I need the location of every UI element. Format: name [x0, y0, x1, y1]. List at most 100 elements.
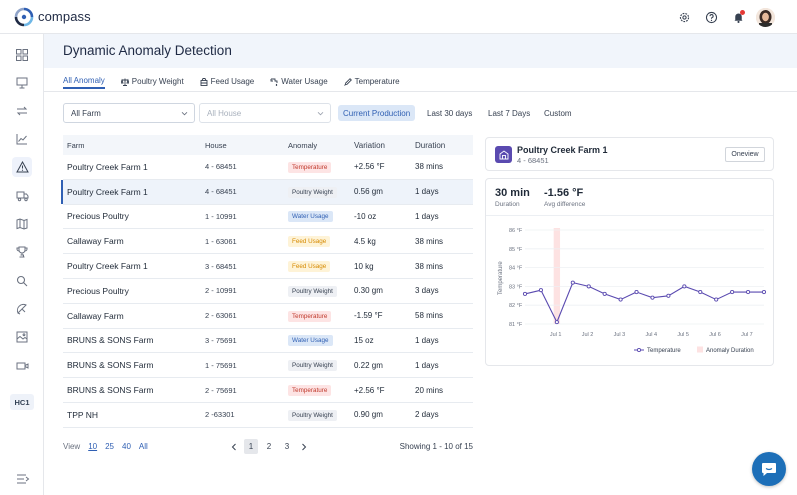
temperature-chart: 86 °F 85 °F 84 °F 83 °F 82 °F 81 °F Temperatur…	[498, 228, 767, 354]
anomaly-cell: Poultry Weight	[288, 359, 354, 372]
anomaly-badge: Poultry Weight	[288, 285, 337, 297]
variation-cell: 0.30 gm	[354, 286, 383, 296]
period-custom[interactable]: Custom	[539, 105, 577, 121]
table-row[interactable]: Precious Poultry 1 - 10991 Water Usage -10 …	[63, 205, 473, 230]
farm-cell: Precious Poultry	[67, 285, 129, 296]
map-icon[interactable]	[12, 214, 32, 234]
table-row[interactable]: Precious Poultry 2 - 10991 Poultry Weight 0…	[63, 279, 473, 304]
trophy-icon[interactable]	[12, 242, 32, 262]
data-point	[730, 289, 735, 295]
presentation-icon[interactable]	[12, 73, 32, 93]
page-size-40[interactable]: 40	[122, 442, 131, 451]
view-label: View	[63, 442, 81, 451]
anomaly-cell: Temperature	[288, 384, 354, 397]
y-tick-label: 84 °F	[509, 266, 523, 272]
app-logo[interactable]: compass	[14, 7, 91, 27]
period-current-production[interactable]: Current Production	[338, 105, 416, 121]
satellite-icon[interactable]	[12, 299, 32, 319]
bell-icon[interactable]	[729, 9, 747, 27]
page-size-25[interactable]: 25	[105, 442, 114, 451]
page-3-button[interactable]: 3	[280, 439, 294, 454]
anomaly-badge: Feed Usage	[288, 261, 331, 273]
column-header-anomaly[interactable]: Anomaly	[288, 141, 354, 150]
search-icon[interactable]	[12, 271, 32, 291]
variation-cell: -10 oz	[354, 211, 377, 221]
column-header-farm[interactable]: Farm	[63, 141, 205, 150]
expand-menu-button[interactable]	[16, 474, 30, 486]
farm-house: 4 - 68451	[517, 156, 549, 165]
thermometer-icon	[343, 77, 352, 86]
house-cell: 1 - 63061	[205, 236, 237, 246]
duration-label: Duration	[495, 201, 520, 208]
farm-cell: Poultry Creek Farm 1	[67, 161, 148, 172]
house-select[interactable]: All House	[199, 103, 331, 123]
house-cell: 2 - 63061	[205, 311, 237, 321]
table-row[interactable]: BRUNS & SONS Farm 2 - 75691 Temperature +2.…	[63, 378, 473, 403]
next-page-button[interactable]	[298, 439, 310, 454]
help-icon[interactable]	[702, 9, 720, 27]
table-row[interactable]: Poultry Creek Farm 1 4 - 68451 Temperature…	[63, 155, 473, 180]
x-tick-label: Jul 4	[645, 332, 657, 338]
video-icon[interactable]	[12, 356, 32, 376]
data-point	[650, 295, 655, 300]
variation-cell: 15 oz	[354, 335, 374, 345]
farm-select[interactable]: All Farm	[63, 103, 195, 123]
tab-feed-usage[interactable]: Feed Usage	[200, 74, 254, 89]
tab-poultry-weight[interactable]: Poultry Weight	[120, 74, 184, 89]
variation-cell: 0.56 gm	[354, 187, 383, 197]
data-point	[554, 320, 559, 325]
y-tick-label: 86 °F	[509, 228, 523, 234]
anomaly-cell: Poultry Weight	[288, 186, 354, 198]
anomaly-badge: Water Usage	[288, 211, 333, 223]
period-last-30-days[interactable]: Last 30 days	[422, 105, 477, 121]
page-2-button[interactable]: 2	[262, 439, 276, 454]
gear-icon[interactable]	[675, 9, 693, 27]
hc1-badge[interactable]: HC1	[10, 394, 34, 410]
column-header-variation[interactable]: Variation	[354, 141, 415, 150]
tab-all-anomaly[interactable]: All Anomaly	[63, 74, 105, 89]
table-row[interactable]: Callaway Farm 1 - 63061 Feed Usage 4.5 kg 38…	[63, 229, 473, 255]
oneview-button[interactable]: Oneview	[725, 147, 765, 162]
data-point	[698, 289, 703, 295]
anomaly-cell: Water Usage	[288, 210, 354, 223]
table-row[interactable]: Callaway Farm 2 - 63061 Temperature -1.59 °…	[63, 304, 473, 329]
period-last-7-days[interactable]: Last 7 Days	[483, 105, 535, 121]
page-size-all[interactable]: All	[139, 442, 148, 451]
anomaly-tabs: All Anomaly Poultry Weight Feed Usage Wa…	[63, 74, 416, 92]
user-avatar[interactable]	[756, 8, 775, 27]
column-header-house[interactable]: House	[205, 141, 288, 150]
tab-water-usage[interactable]: Water Usage	[270, 74, 328, 89]
temperature-line	[524, 281, 764, 324]
tab-label: Poultry Weight	[131, 77, 184, 86]
table-row[interactable]: TPP NH 2 -63301 Poultry Weight 0.90 gm 2 day…	[63, 403, 473, 428]
image-icon[interactable]	[12, 327, 32, 347]
farm-select-value: All Farm	[71, 108, 101, 118]
table-row[interactable]: BRUNS & SONS Farm 1 - 75691 Poultry Weight…	[63, 353, 473, 379]
anomaly-badge: Temperature	[288, 161, 332, 173]
chevron-down-icon	[181, 111, 188, 116]
line-chart-icon[interactable]	[12, 129, 32, 149]
truck-icon[interactable]	[12, 186, 32, 206]
transfer-icon[interactable]	[12, 101, 32, 121]
page-size-10[interactable]: 10	[88, 442, 97, 451]
data-point	[570, 280, 575, 285]
anomaly-chart-card: 30 min Duration -1.56 °F Avg difference …	[485, 178, 774, 366]
column-header-duration[interactable]: Duration	[415, 141, 473, 150]
table-row[interactable]: BRUNS & SONS Farm 3 - 75691 Water Usage 15 …	[63, 329, 473, 354]
data-point	[634, 289, 639, 295]
anomaly-cell: Water Usage	[288, 334, 354, 347]
stats-divider	[486, 215, 773, 216]
prev-page-button[interactable]	[228, 439, 240, 454]
grid-icon[interactable]	[12, 45, 32, 65]
house-cell: 1 - 10991	[205, 211, 237, 221]
warning-icon[interactable]	[12, 157, 32, 177]
chat-button[interactable]	[752, 452, 786, 486]
data-point	[714, 297, 719, 302]
table-row[interactable]: Poultry Creek Farm 1 3 - 68451 Feed Usage 1…	[63, 254, 473, 279]
anomaly-badge: Poultry Weight	[288, 360, 337, 372]
page-1-button[interactable]: 1	[244, 439, 258, 454]
legend-anomaly-label: Anomaly Duration	[706, 348, 754, 354]
anomaly-cell: Poultry Weight	[288, 409, 354, 421]
table-row[interactable]: Poultry Creek Farm 1 4 - 68451 Poultry Wei…	[61, 179, 473, 205]
tab-temperature[interactable]: Temperature	[343, 74, 400, 89]
